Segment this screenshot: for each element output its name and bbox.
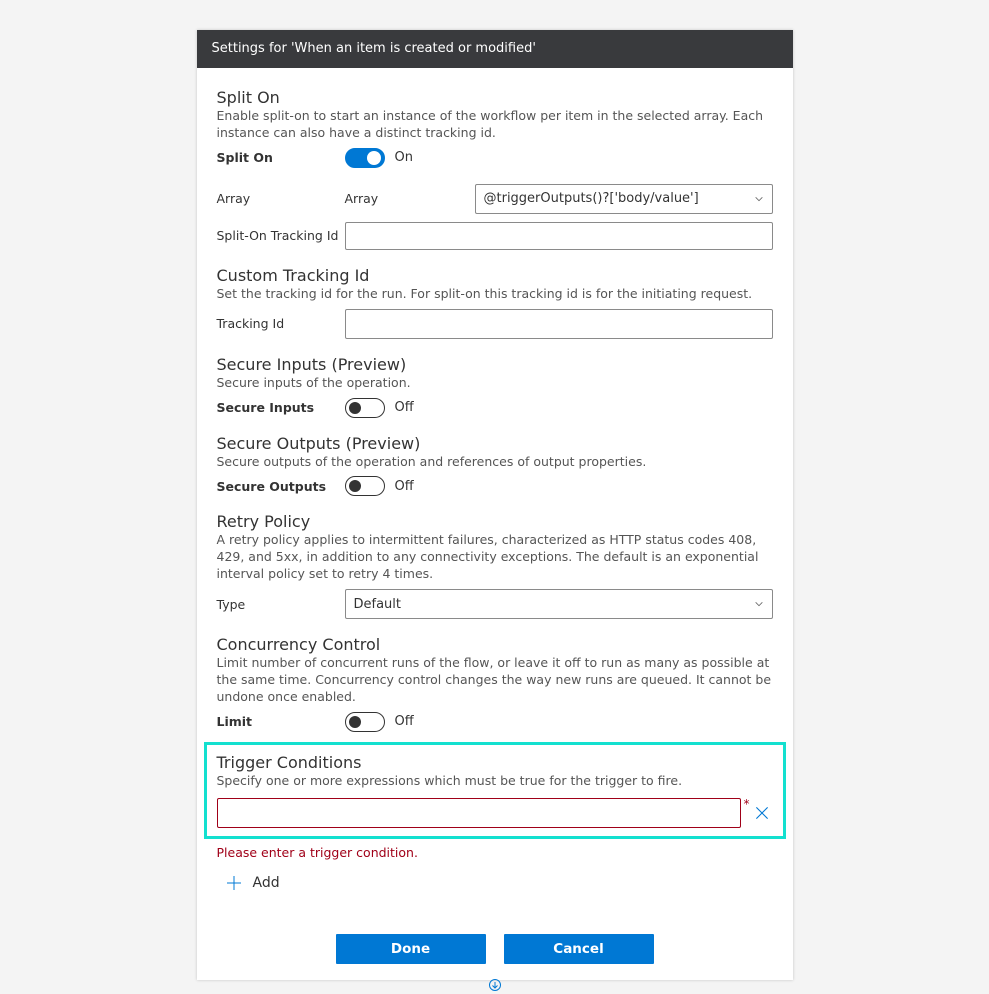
toggle-state-secure-inputs: Off (395, 400, 414, 415)
add-label: Add (253, 875, 280, 891)
chevron-down-icon (754, 599, 764, 609)
error-trigger-condition: Please enter a trigger condition. (217, 845, 773, 860)
toggle-track (345, 148, 385, 168)
toggle-secure-inputs[interactable]: Off (345, 398, 414, 418)
toggle-knob (349, 716, 361, 728)
section-desc-secure-outputs: Secure outputs of the operation and refe… (217, 454, 773, 471)
concurrency-section: Concurrency Control Limit number of conc… (217, 635, 773, 732)
toggle-track (345, 476, 385, 496)
toggle-split-on[interactable]: On (345, 148, 413, 168)
section-title-custom-tracking: Custom Tracking Id (217, 266, 773, 285)
panel-title: Settings for 'When an item is created or… (212, 41, 536, 56)
label-concurrency-limit: Limit (217, 714, 345, 729)
panel-body: Split On Enable split-on to start an ins… (197, 68, 793, 980)
input-trigger-condition[interactable] (217, 798, 741, 828)
toggle-knob (367, 151, 381, 165)
toggle-secure-outputs[interactable]: Off (345, 476, 414, 496)
section-title-trigger-conditions: Trigger Conditions (217, 753, 773, 772)
section-desc-concurrency: Limit number of concurrent runs of the f… (217, 655, 773, 706)
toggle-track (345, 398, 385, 418)
row-tracking-id: Tracking Id (217, 309, 773, 339)
row-split-on-toggle: Split On On (217, 148, 773, 168)
section-title-split-on: Split On (217, 88, 773, 107)
trigger-conditions-block: Trigger Conditions Specify one or more e… (204, 742, 786, 839)
row-secure-outputs: Secure Outputs Off (217, 476, 773, 496)
label-secure-inputs: Secure Inputs (217, 400, 345, 415)
required-asterisk: * (744, 797, 750, 811)
toggle-state-split-on: On (395, 150, 413, 165)
sublabel-array: Array (345, 191, 475, 206)
toggle-track (345, 712, 385, 732)
section-desc-custom-tracking: Set the tracking id for the run. For spl… (217, 286, 773, 303)
row-spliton-tracking: Split-On Tracking Id (217, 222, 773, 250)
secure-outputs-section: Secure Outputs (Preview) Secure outputs … (217, 434, 773, 497)
settings-panel: Settings for 'When an item is created or… (197, 30, 793, 980)
chevron-down-icon (754, 194, 764, 204)
toggle-state-concurrency: Off (395, 714, 414, 729)
plus-icon (225, 874, 243, 892)
select-retry-value: Default (354, 597, 402, 612)
label-tracking-id: Tracking Id (217, 316, 345, 331)
label-array: Array (217, 191, 345, 206)
label-secure-outputs: Secure Outputs (217, 479, 345, 494)
toggle-concurrency-limit[interactable]: Off (345, 712, 414, 732)
label-split-on: Split On (217, 150, 345, 165)
input-tracking-id[interactable] (345, 309, 773, 339)
toggle-knob (349, 480, 361, 492)
select-array-value: @triggerOutputs()?['body/value'] (484, 191, 699, 206)
row-retry-type: Type Default (217, 589, 773, 619)
secure-inputs-section: Secure Inputs (Preview) Secure inputs of… (217, 355, 773, 418)
section-title-secure-inputs: Secure Inputs (Preview) (217, 355, 773, 374)
retry-policy-section: Retry Policy A retry policy applies to i… (217, 512, 773, 619)
select-retry-type[interactable]: Default (345, 589, 773, 619)
toggle-knob (349, 402, 361, 414)
row-trigger-condition: * (217, 798, 773, 828)
section-title-concurrency: Concurrency Control (217, 635, 773, 654)
section-title-secure-outputs: Secure Outputs (Preview) (217, 434, 773, 453)
section-desc-trigger-conditions: Specify one or more expressions which mu… (217, 773, 773, 790)
split-on-section: Split On Enable split-on to start an ins… (217, 88, 773, 250)
select-array[interactable]: @triggerOutputs()?['body/value'] (475, 184, 773, 214)
section-desc-retry: A retry policy applies to intermittent f… (217, 532, 773, 583)
toggle-state-secure-outputs: Off (395, 479, 414, 494)
dialog-footer: Done Cancel (217, 924, 773, 980)
label-retry-type: Type (217, 597, 345, 612)
row-array: Array Array @triggerOutputs()?['body/val… (217, 184, 773, 214)
section-desc-split-on: Enable split-on to start an instance of … (217, 108, 773, 142)
add-trigger-condition-button[interactable]: Add (217, 870, 282, 896)
input-spliton-tracking[interactable] (345, 222, 773, 250)
flow-arrow-down-icon (197, 978, 793, 994)
row-concurrency-limit: Limit Off (217, 712, 773, 732)
panel-header: Settings for 'When an item is created or… (197, 30, 793, 68)
custom-tracking-section: Custom Tracking Id Set the tracking id f… (217, 266, 773, 339)
done-button[interactable]: Done (336, 934, 486, 964)
remove-icon[interactable] (751, 802, 773, 824)
label-spliton-tracking: Split-On Tracking Id (217, 228, 345, 243)
section-title-retry: Retry Policy (217, 512, 773, 531)
row-secure-inputs: Secure Inputs Off (217, 398, 773, 418)
section-desc-secure-inputs: Secure inputs of the operation. (217, 375, 773, 392)
cancel-button[interactable]: Cancel (504, 934, 654, 964)
